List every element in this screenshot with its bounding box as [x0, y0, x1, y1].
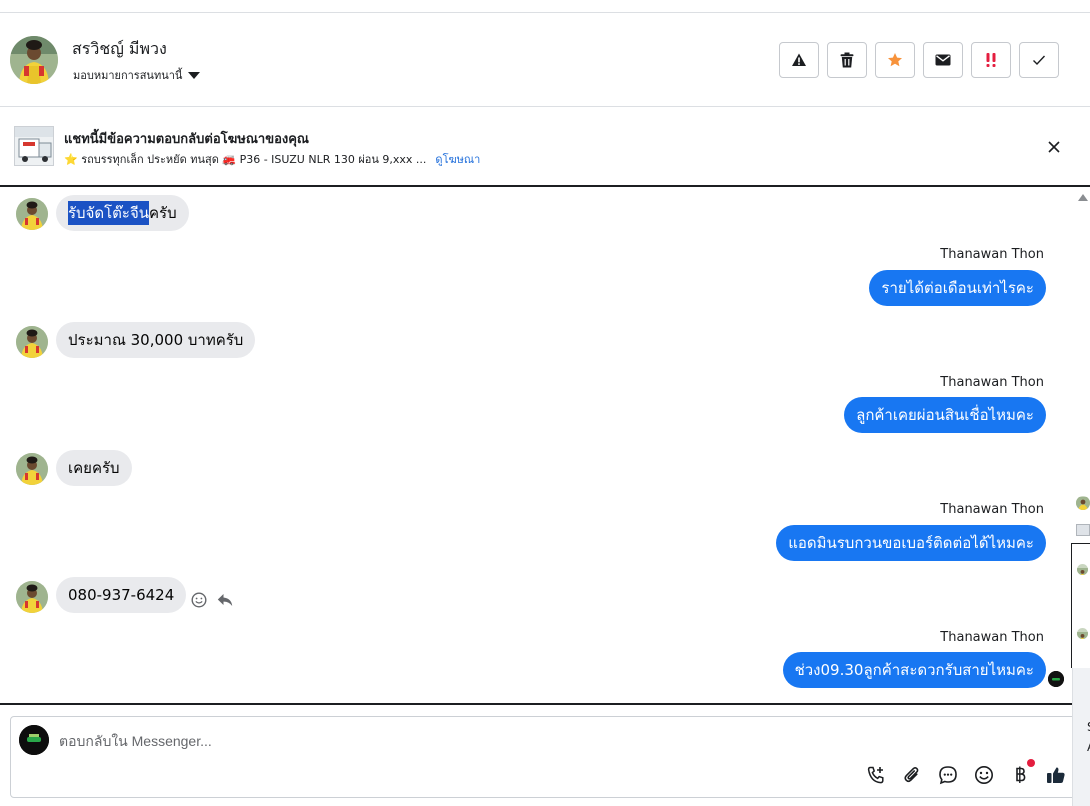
side-avatar[interactable]	[1077, 564, 1088, 575]
saved-replies-button[interactable]	[938, 765, 958, 785]
thumbs-up-icon	[1047, 767, 1065, 783]
add-call-button[interactable]	[866, 765, 886, 785]
message-thread[interactable]: รับจัดโต๊ะจีน ครับ Thanawan Thon รายได้ต่…	[0, 188, 1074, 703]
message-hover-tools	[191, 592, 233, 608]
conversation-actions	[779, 42, 1059, 78]
baht-payment-icon	[1016, 766, 1026, 783]
scroll-up-arrow[interactable]	[1078, 194, 1088, 201]
reply-icon[interactable]	[217, 593, 233, 607]
composer-toolbar	[866, 759, 1066, 785]
ad-reply-banner: แชทนี้มีข้อความตอบกลับต่อโฆษณาของคุณ ⭐ ร…	[0, 107, 1090, 187]
saved-replies-icon	[939, 766, 957, 785]
emoji-icon	[975, 766, 993, 784]
sender-avatar[interactable]	[16, 198, 48, 230]
warning-icon	[792, 53, 806, 66]
message-bubble-outgoing[interactable]: ช่วง09.30ลูกค้าสะดวกรับสายไหมคะ	[782, 652, 1046, 688]
contact-name[interactable]: สรวิชญ์ มีพวง	[72, 37, 167, 62]
ad-thumbnail[interactable]	[14, 126, 54, 166]
sender-avatar[interactable]	[16, 581, 48, 613]
message-bubble-incoming[interactable]: ประมาณ 30,000 บาทครับ	[56, 322, 256, 358]
ad-title: แชทนี้มีข้อความตอบกลับต่อโฆษณาของคุณ	[64, 132, 309, 147]
page-avatar	[19, 725, 49, 755]
message-bubble-outgoing[interactable]: แอดมินรบกวนขอเบอร์ติดต่อได้ไหมคะ	[776, 525, 1046, 561]
contact-avatar[interactable]	[10, 36, 58, 84]
report-spam-button[interactable]	[779, 42, 819, 78]
notification-dot	[1027, 759, 1035, 767]
side-avatar[interactable]	[1076, 496, 1090, 510]
side-ad-thumbnail[interactable]	[1076, 524, 1090, 536]
mark-done-button[interactable]	[1019, 42, 1059, 78]
mark-unread-button[interactable]	[923, 42, 963, 78]
sender-name: Thanawan Thon	[940, 502, 1044, 517]
payment-button[interactable]	[1010, 759, 1035, 785]
emoji-button[interactable]	[974, 765, 994, 785]
seen-receipt-avatar	[1048, 671, 1064, 687]
react-emoji-icon[interactable]	[191, 592, 207, 608]
delete-button[interactable]	[827, 42, 867, 78]
sender-name: Thanawan Thon	[940, 247, 1044, 262]
ad-subtitle: ⭐ รถบรรทุกเล็ก ประหยัด ทนสุด 🚒 P36 - ISU…	[64, 153, 427, 166]
add-call-icon	[867, 766, 884, 784]
star-button[interactable]	[875, 42, 915, 78]
close-icon	[1048, 141, 1060, 153]
attachment-icon	[904, 767, 919, 783]
conversation-header: สรวิชญ์ มีพวง มอบหมายการสนทนานี้	[0, 13, 1090, 107]
check-icon	[1033, 55, 1046, 66]
message-bubble-incoming[interactable]: 080-937-6424	[56, 577, 187, 613]
sender-name: Thanawan Thon	[940, 630, 1044, 645]
sender-name: Thanawan Thon	[940, 375, 1044, 390]
attach-file-button[interactable]	[902, 765, 922, 785]
double-exclamation-icon	[986, 53, 996, 67]
thread-bottom-divider	[0, 703, 1090, 705]
message-bubble-outgoing[interactable]: รายได้ต่อเดือนเท่าไรคะ	[869, 270, 1046, 306]
message-bubble-outgoing[interactable]: ลูกค้าเคยผ่อนสินเชื่อไหมคะ	[844, 397, 1046, 433]
message-text: ครับ	[149, 204, 177, 222]
view-ad-link[interactable]: ดูโฆษณา	[435, 150, 480, 168]
ad-subtitle-row: ⭐ รถบรรทุกเล็ก ประหยัด ทนสุด 🚒 P36 - ISU…	[64, 150, 480, 168]
sender-avatar[interactable]	[16, 326, 48, 358]
star-icon	[888, 53, 902, 67]
message-composer	[10, 716, 1084, 798]
message-bubble-incoming[interactable]: เคยครับ	[56, 450, 132, 486]
side-info-card: S A	[1072, 668, 1090, 806]
close-banner-button[interactable]	[1045, 138, 1063, 156]
send-like-button[interactable]	[1046, 765, 1066, 785]
sender-avatar[interactable]	[16, 453, 48, 485]
assign-label: มอบหมายการสนทนานี้	[73, 69, 183, 82]
reply-input[interactable]	[59, 731, 859, 751]
side-avatar[interactable]	[1077, 628, 1088, 639]
trash-icon	[840, 52, 854, 68]
envelope-icon	[935, 54, 951, 66]
side-list-box	[1071, 543, 1090, 668]
caret-down-icon	[188, 71, 201, 79]
important-button[interactable]	[971, 42, 1011, 78]
selected-text: รับจัดโต๊ะจีน	[68, 201, 150, 225]
assign-conversation-dropdown[interactable]: มอบหมายการสนทนานี้	[73, 66, 201, 84]
message-bubble-incoming[interactable]: รับจัดโต๊ะจีน ครับ	[56, 195, 189, 231]
